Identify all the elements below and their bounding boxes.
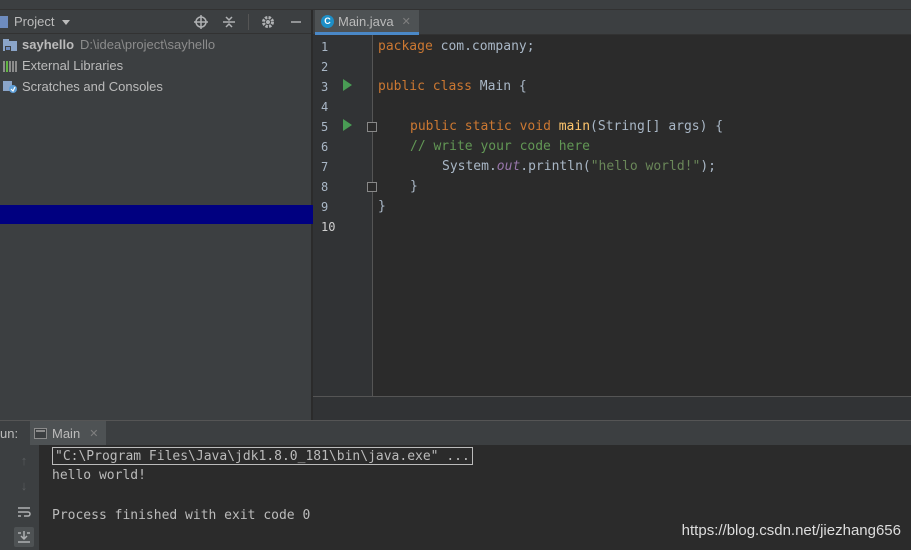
line-number-current: 10: [321, 220, 336, 234]
keyword: public: [410, 119, 457, 134]
code-line-7: System.out.println("hello world!");: [442, 157, 911, 177]
tree-item-external-libraries[interactable]: External Libraries: [0, 55, 311, 76]
run-tool-window-header: un: Main ✕: [0, 420, 911, 446]
line-number: 8: [321, 180, 329, 194]
tab-label: Main.java: [338, 13, 394, 29]
gear-icon[interactable]: [259, 13, 277, 31]
console-exit-line: Process finished with exit code 0: [52, 508, 311, 523]
run-tab-main[interactable]: Main ✕: [30, 421, 107, 446]
console-command-line[interactable]: "C:\Program Files\Java\jdk1.8.0_181\bin\…: [52, 447, 473, 465]
keyword: class: [432, 79, 472, 94]
code-line-6: // write your code here: [410, 137, 911, 157]
code-line-8: }: [410, 177, 911, 197]
scroll-to-end-icon[interactable]: [14, 527, 34, 547]
code-line-5: public static void main(String[] args) {: [410, 117, 911, 137]
project-view-selector[interactable]: Project: [0, 14, 71, 29]
line-number: 3: [321, 80, 329, 94]
code-text: System.: [442, 159, 497, 174]
external-libraries-label: External Libraries: [22, 58, 124, 73]
run-tab-label: Main: [52, 426, 81, 441]
tree-item-project-root[interactable]: sayhello D:\idea\project\sayhello: [0, 34, 311, 55]
console-output-line: hello world!: [52, 468, 146, 483]
project-root-label: sayhello: [22, 37, 75, 52]
code-text: }: [378, 199, 386, 214]
line-number: 5: [321, 120, 329, 134]
chevron-down-icon: [62, 20, 71, 25]
code-text: com.company;: [432, 39, 535, 54]
code-text: .println(: [520, 159, 591, 174]
down-arrow-icon[interactable]: ↓: [14, 475, 34, 495]
run-method-icon[interactable]: [343, 119, 352, 131]
code-comment: // write your code here: [410, 139, 591, 154]
java-class-icon: C: [321, 14, 334, 28]
editor-tab-bar: C Main.java ✕: [313, 10, 911, 35]
method-name: main: [558, 119, 591, 134]
hide-panel-icon[interactable]: [287, 13, 305, 31]
code-line-3: public class Main {: [378, 77, 911, 97]
line-number: 6: [321, 140, 329, 154]
tree-item-scratches[interactable]: Scratches and Consoles: [0, 76, 311, 97]
close-icon[interactable]: ✕: [89, 427, 98, 440]
scratches-label: Scratches and Consoles: [22, 79, 163, 94]
run-class-icon[interactable]: [343, 79, 352, 91]
line-number: 7: [321, 160, 329, 174]
string-literal: "hello world!": [590, 159, 701, 174]
project-panel-toolbar: [192, 13, 305, 31]
keyword: static: [464, 119, 512, 134]
line-number: 9: [321, 200, 329, 214]
editor-breadcrumb-bar: [313, 396, 911, 420]
editor-gutter: 1 2 3 4 5 6 7 8 9 10: [313, 35, 377, 396]
code-text-area[interactable]: package com.company; public class Main {…: [373, 35, 911, 396]
up-arrow-icon[interactable]: ↑: [14, 450, 34, 470]
project-panel-header: Project: [0, 10, 311, 34]
project-icon: [0, 15, 8, 28]
code-line-1: package com.company;: [378, 37, 911, 57]
soft-wrap-icon[interactable]: [14, 502, 34, 522]
close-icon[interactable]: ✕: [402, 15, 411, 28]
scratches-icon: [3, 80, 17, 93]
code-text: }: [410, 179, 418, 194]
console-icon: [34, 428, 47, 439]
project-panel-title: Project: [14, 14, 55, 29]
code-text: Main {: [471, 79, 527, 94]
code-text: );: [700, 159, 716, 174]
line-number: 4: [321, 100, 329, 114]
tab-main-java[interactable]: C Main.java ✕: [315, 10, 419, 35]
run-toolbar: ↑ ↓: [0, 445, 40, 550]
line-number: 1: [321, 40, 329, 54]
locate-icon[interactable]: [192, 13, 210, 31]
code-text: (String[] args) {: [590, 119, 724, 134]
run-label: un:: [0, 426, 19, 441]
project-root-path: D:\idea\project\sayhello: [80, 37, 216, 52]
static-field: out: [496, 159, 521, 174]
watermark: https://blog.csdn.net/jiezhang656: [681, 522, 901, 539]
module-folder-icon: [3, 38, 17, 51]
collapse-all-icon[interactable]: [220, 13, 238, 31]
code-line-9: }: [378, 197, 911, 217]
toolbar-separator: [248, 14, 249, 30]
line-number: 2: [321, 60, 329, 74]
code-editor: C Main.java ✕ 1 2 3 4 5 6 7 8 9 10 packa…: [313, 10, 911, 396]
window-top-bar: [0, 0, 911, 10]
keyword: public: [378, 79, 425, 94]
libraries-icon: [3, 60, 17, 72]
keyword: package: [378, 39, 433, 54]
keyword: void: [519, 119, 551, 134]
